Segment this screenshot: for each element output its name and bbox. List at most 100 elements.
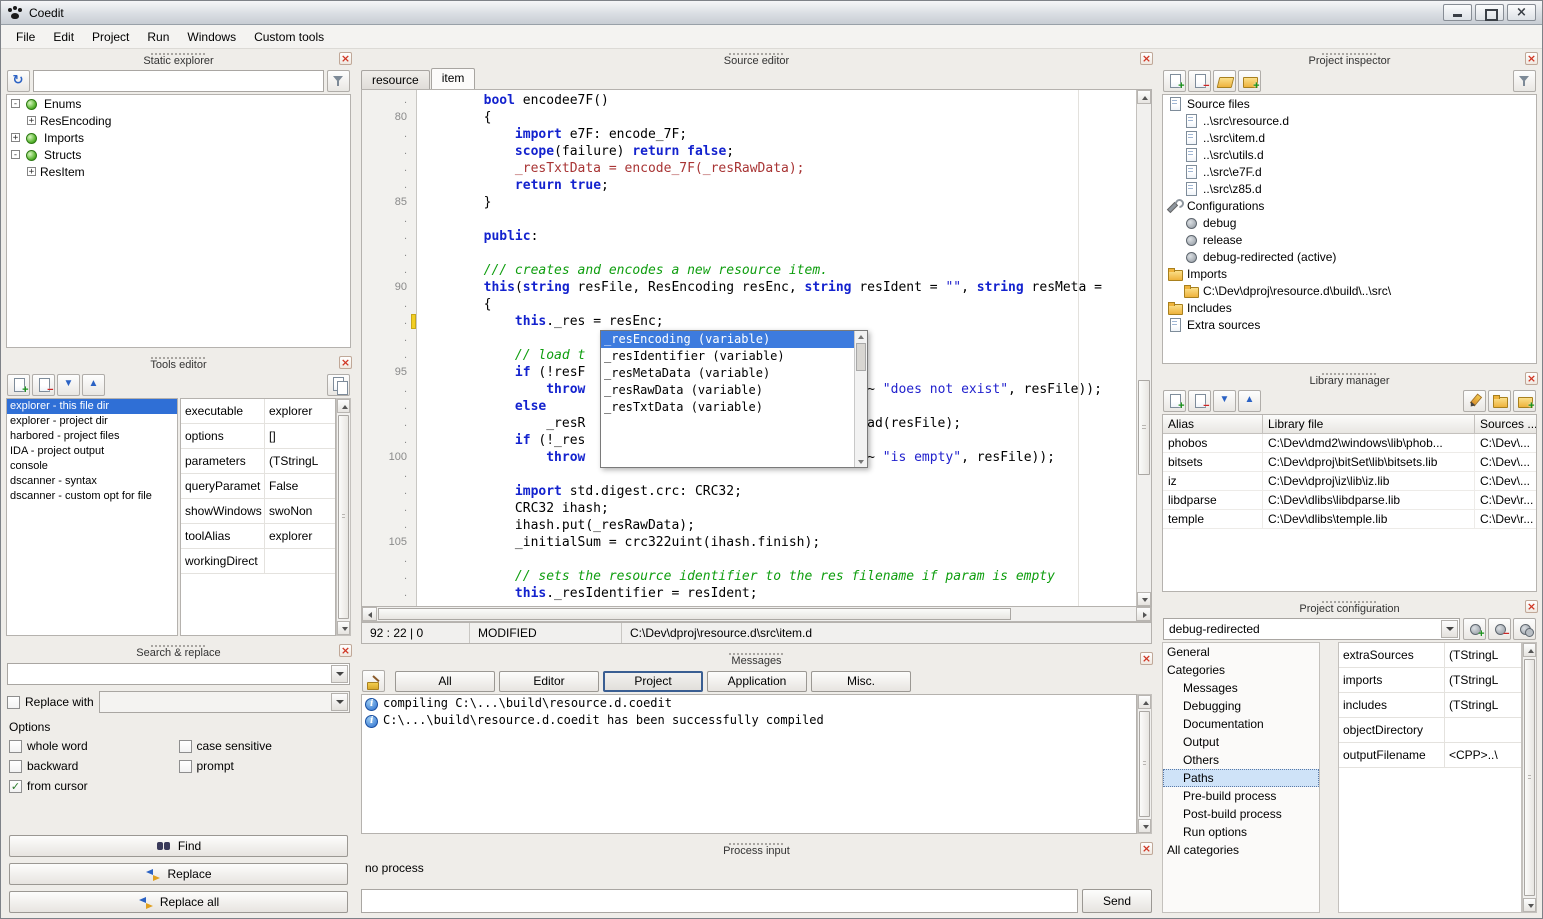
tool-property-value[interactable]: swoNon — [265, 499, 335, 523]
scroll-down-icon[interactable] — [337, 621, 350, 635]
clone-tool-button[interactable] — [327, 374, 350, 396]
scroll-up-icon[interactable] — [1523, 643, 1536, 657]
menu-edit[interactable]: Edit — [44, 26, 83, 48]
tool-item-dscanner-syntax[interactable]: dscanner - syntax — [7, 474, 177, 489]
scroll-up-icon[interactable] — [1137, 90, 1151, 104]
messages-scrollbar[interactable] — [1137, 694, 1152, 834]
tools-editor-header[interactable]: Tools editor — [3, 355, 354, 372]
tool-item-dscanner-custom-opt-for-file[interactable]: dscanner - custom opt for file — [7, 489, 177, 504]
move-tool-up-button[interactable] — [82, 374, 105, 396]
messages-close-icon[interactable] — [1140, 652, 1153, 665]
add-library-button[interactable] — [1163, 390, 1186, 412]
tool-property-value[interactable] — [265, 549, 335, 573]
option-prompt[interactable]: prompt — [179, 756, 349, 776]
configuration-combobox[interactable]: debug-redirected — [1163, 618, 1460, 640]
project-item-release[interactable]: release — [1163, 231, 1536, 248]
project-item-debug[interactable]: debug — [1163, 214, 1536, 231]
tool-property-value[interactable]: explorer — [265, 399, 335, 423]
library-column-sources[interactable]: Sources ... — [1475, 415, 1536, 433]
code-line[interactable]: . public: — [362, 228, 1136, 245]
config-property-value[interactable]: (TStringL — [1445, 693, 1521, 717]
project-item-imports[interactable]: Imports — [1163, 265, 1536, 282]
process-input-close-icon[interactable] — [1140, 842, 1153, 855]
project-item-src-item-d[interactable]: ..\src\item.d — [1163, 129, 1536, 146]
code-line[interactable]: . CRC32 ihash; — [362, 500, 1136, 517]
config-property-value[interactable] — [1445, 718, 1521, 742]
static-explorer-filter-input[interactable] — [33, 70, 324, 92]
move-tool-down-button[interactable] — [57, 374, 80, 396]
add-library-folder-button[interactable] — [1513, 390, 1536, 412]
maximize-button[interactable] — [1475, 4, 1504, 21]
scroll-down-icon[interactable] — [1137, 592, 1151, 606]
scroll-right-icon[interactable] — [1136, 607, 1151, 621]
code-line[interactable]: 90 this(string resFile, ResEncoding resE… — [362, 279, 1136, 296]
editor-tab-resource[interactable]: resource — [361, 70, 430, 89]
code-line[interactable]: . — [362, 245, 1136, 262]
scroll-up-icon[interactable] — [1138, 695, 1151, 709]
tool-item-console[interactable]: console — [7, 459, 177, 474]
project-configuration-close-icon[interactable] — [1525, 600, 1538, 613]
config-property-value[interactable]: <CPP>..\ — [1445, 743, 1521, 767]
code-line[interactable]: . import e7F: encode_7F; — [362, 126, 1136, 143]
scroll-down-icon[interactable] — [1138, 819, 1151, 833]
code-line[interactable]: . import std.digest.crc: CRC32; — [362, 483, 1136, 500]
expander-icon[interactable]: - — [11, 150, 20, 159]
project-item-src-resource-d[interactable]: ..\src\resource.d — [1163, 112, 1536, 129]
send-button[interactable]: Send — [1082, 889, 1152, 913]
scroll-down-icon[interactable] — [1523, 898, 1536, 912]
code-line[interactable]: . return true; — [362, 177, 1136, 194]
library-row-phobos[interactable]: phobosC:\Dev\dmd2\windows\lib\phob...C:\… — [1163, 434, 1536, 453]
completion-item-resmetadata-variable[interactable]: _resMetaData (variable) — [601, 365, 854, 382]
clear-messages-button[interactable] — [362, 670, 385, 692]
category-output[interactable]: Output — [1163, 733, 1319, 751]
window-close-button[interactable] — [1507, 4, 1536, 21]
messages-filter-misc[interactable]: Misc. — [811, 671, 911, 692]
dropdown-arrow-icon[interactable] — [331, 665, 348, 683]
static-symbol-structs[interactable]: -Structs — [7, 146, 350, 163]
remove-source-button[interactable] — [1188, 70, 1211, 92]
library-manager-header[interactable]: Library manager — [1159, 371, 1540, 388]
editor-horizontal-scrollbar[interactable] — [361, 607, 1152, 622]
messages-filter-editor[interactable]: Editor — [499, 671, 599, 692]
messages-header[interactable]: Messages — [358, 651, 1155, 668]
add-source-button[interactable] — [1163, 70, 1186, 92]
category-pre-build-process[interactable]: Pre-build process — [1163, 787, 1319, 805]
code-line[interactable]: 80 { — [362, 109, 1136, 126]
project-item-src-z85-d[interactable]: ..\src\z85.d — [1163, 180, 1536, 197]
tool-property-value[interactable]: [] — [265, 424, 335, 448]
process-input-header[interactable]: Process input — [358, 841, 1155, 858]
category-documentation[interactable]: Documentation — [1163, 715, 1319, 733]
menu-custom-tools[interactable]: Custom tools — [245, 26, 333, 48]
static-explorer-header[interactable]: Static explorer — [3, 51, 354, 68]
scroll-thumb[interactable] — [1524, 659, 1535, 896]
scroll-thumb[interactable] — [338, 415, 349, 619]
expander-icon[interactable]: + — [11, 133, 20, 142]
category-post-build-process[interactable]: Post-build process — [1163, 805, 1319, 823]
static-explorer-close-icon[interactable] — [339, 52, 352, 65]
message-row[interactable]: C:\...\build\resource.d.coedit has been … — [362, 712, 1136, 729]
code-line[interactable]: 85 } — [362, 194, 1136, 211]
project-inspector-close-icon[interactable] — [1525, 52, 1538, 65]
menu-windows[interactable]: Windows — [178, 26, 245, 48]
tool-property-value[interactable]: (TStringL — [265, 449, 335, 473]
project-item-src-utils-d[interactable]: ..\src\utils.d — [1163, 146, 1536, 163]
category-all-categories[interactable]: All categories — [1163, 841, 1319, 859]
project-configuration-header[interactable]: Project configuration — [1159, 599, 1540, 616]
search-term-combobox[interactable] — [7, 663, 350, 685]
category-categories[interactable]: Categories — [1163, 661, 1319, 679]
static-symbol-imports[interactable]: +Imports — [7, 129, 350, 146]
category-debugging[interactable]: Debugging — [1163, 697, 1319, 715]
expander-icon[interactable]: - — [11, 99, 20, 108]
static-symbol-resencoding[interactable]: +ResEncoding — [7, 112, 350, 129]
refresh-list-button[interactable] — [7, 70, 30, 92]
library-manager-close-icon[interactable] — [1525, 372, 1538, 385]
config-property-value[interactable]: (TStringL — [1445, 668, 1521, 692]
project-item-configurations[interactable]: Configurations — [1163, 197, 1536, 214]
code-line[interactable]: . — [362, 551, 1136, 568]
category-paths[interactable]: Paths — [1163, 769, 1319, 787]
code-line[interactable]: . // sets the resource identifier to the… — [362, 568, 1136, 585]
find-button[interactable]: Find — [9, 835, 348, 857]
library-row-libdparse[interactable]: libdparseC:\Dev\dlibs\libdparse.libC:\De… — [1163, 491, 1536, 510]
messages-filter-all[interactable]: All — [395, 671, 495, 692]
search-replace-header[interactable]: Search & replace — [3, 643, 354, 660]
